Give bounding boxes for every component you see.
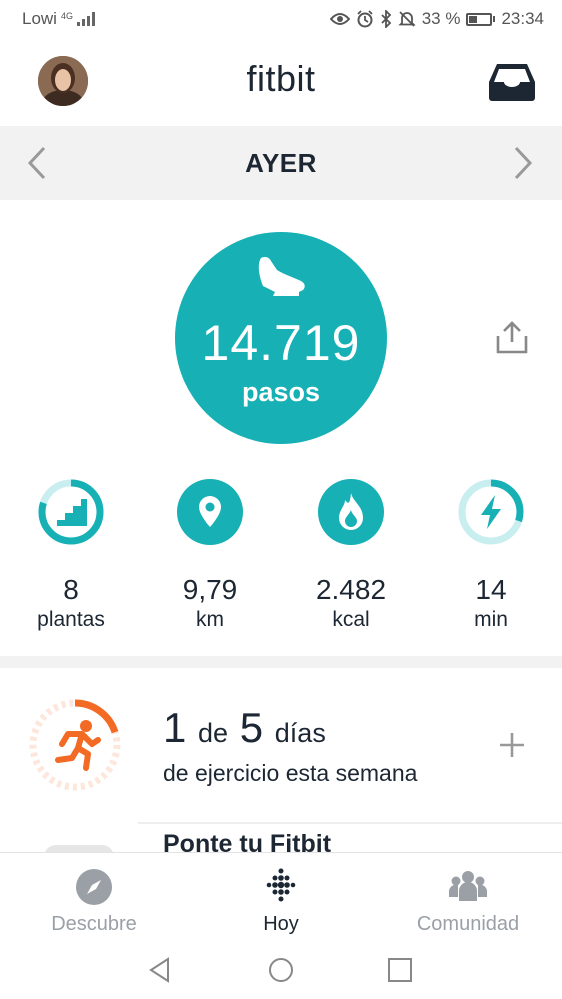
status-bar: Lowi 4G 33 % 23:34 [0,0,562,38]
lightning-icon [458,479,524,545]
network-type: 4G [60,11,73,21]
app-logo: fitbit [246,58,316,99]
bell-muted-icon [398,10,416,28]
tab-descubre[interactable]: Descubre [24,867,164,936]
signal-icon [76,12,95,26]
plus-icon[interactable] [497,730,527,760]
stat-distance[interactable]: 9,79 km [155,478,265,632]
stat-unit: kcal [332,608,370,631]
location-pin-icon [177,479,243,545]
steps-value: 14.719 [201,315,361,371]
stat-value: 2.482 [315,574,387,605]
stat-active-minutes[interactable]: 14 min [436,478,546,632]
tab-label: Hoy [263,913,299,935]
fitbit-dots-icon [266,868,296,902]
stat-unit: plantas [37,608,105,631]
section-divider [0,656,562,668]
app-header: fitbit [0,38,562,126]
steps-tile[interactable]: 14.719 pasos [175,232,387,444]
people-icon [449,871,487,901]
home-icon[interactable] [267,956,295,984]
exercise-connector: de [198,718,229,748]
card-divider [138,822,562,824]
exercise-subtitle: de ejercicio esta semana [163,760,418,786]
eye-icon [329,12,350,26]
exercise-goal: 5 [239,704,264,751]
back-icon[interactable] [146,956,174,984]
date-navigation: AYER [0,126,562,200]
tab-label: Descubre [51,913,137,935]
stat-floors[interactable]: 8 plantas [16,478,126,632]
flame-icon [318,479,384,545]
tab-comunidad[interactable]: Comunidad [398,867,538,936]
stat-unit: min [474,608,508,631]
tab-label: Comunidad [416,913,520,935]
stat-calories[interactable]: 2.482 kcal [296,478,406,632]
stat-value: 8 [63,574,79,605]
recents-icon[interactable] [386,956,414,984]
carrier-name: Lowi [22,9,57,28]
shoe-icon [255,254,307,298]
chevron-right-icon[interactable] [506,144,540,182]
bottom-navigation: Descubre Hoy Comunidad [0,852,562,942]
date-label: AYER [245,148,317,178]
share-icon[interactable] [494,320,530,356]
steps-unit: pasos [241,377,321,407]
alarm-icon [356,10,374,28]
runner-icon[interactable] [28,698,122,792]
system-navigation [0,942,562,999]
stairs-icon [38,479,104,545]
exercise-done: 1 [163,704,187,751]
inbox-icon[interactable] [487,60,537,102]
stat-value: 14 [475,574,507,605]
compass-icon [76,869,112,905]
tab-hoy[interactable]: Hoy [211,867,351,936]
bluetooth-icon [380,10,392,28]
battery-percent: 33 % [421,9,461,28]
battery-icon [466,12,496,26]
exercise-period: días [274,718,326,748]
stat-unit: km [196,608,224,631]
clock: 23:34 [501,9,544,28]
stat-value: 9,79 [182,574,238,605]
exercise-count: 1 de 5 días [163,704,326,752]
